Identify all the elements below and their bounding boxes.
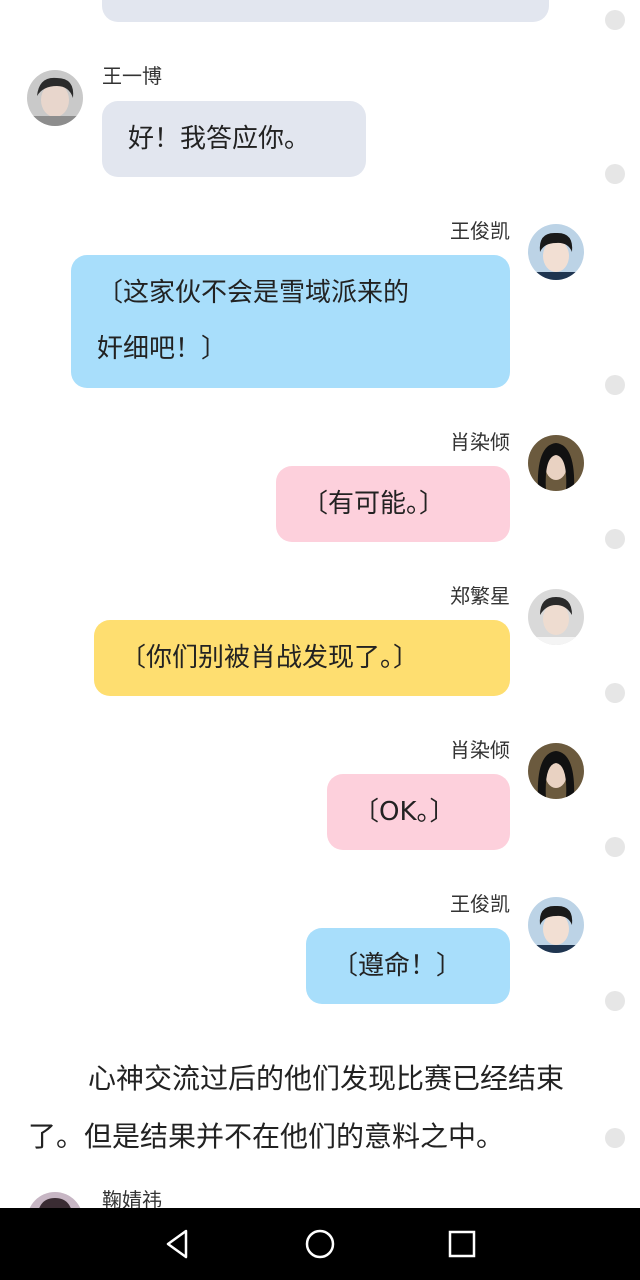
comment-dot[interactable]: [605, 683, 625, 703]
comment-dot[interactable]: [605, 164, 625, 184]
message-text-line: 奸细吧！〕: [97, 334, 228, 364]
sender-name: 王一博: [102, 64, 162, 88]
message-text: 〔你们别被肖战发现了。〕: [120, 643, 420, 673]
message-text: 〔有可能。〕: [302, 489, 446, 519]
message-bubble[interactable]: 〔遵命！〕: [306, 928, 510, 1004]
chat-screen: 王一博 好！我答应你。 王俊凯 〔这家伙不会是雪域派来的 奸细吧！〕 肖染倾 〔…: [0, 0, 640, 1280]
message-text-line: 〔这家伙不会是雪域派来的: [97, 278, 410, 308]
avatar[interactable]: [528, 743, 584, 799]
back-icon[interactable]: [160, 1226, 196, 1262]
message-bubble[interactable]: 〔OK。〕: [327, 774, 510, 850]
message-bubble[interactable]: 〔这家伙不会是雪域派来的 奸细吧！〕: [71, 255, 510, 388]
avatar[interactable]: [528, 224, 584, 280]
comment-dot[interactable]: [605, 991, 625, 1011]
navigation-bar: [0, 1208, 640, 1280]
message-bubble[interactable]: 〔有可能。〕: [276, 466, 510, 542]
message-text: 〔遵命！〕: [332, 951, 463, 981]
comment-dot[interactable]: [605, 1128, 625, 1148]
previous-message-bubble[interactable]: [102, 0, 549, 22]
avatar[interactable]: [27, 70, 83, 126]
message-bubble[interactable]: 好！我答应你。: [102, 101, 366, 177]
avatar[interactable]: [528, 897, 584, 953]
comment-dot[interactable]: [605, 837, 625, 857]
avatar[interactable]: [528, 435, 584, 491]
sender-name: 王俊凯: [450, 892, 510, 916]
message-bubble[interactable]: 〔你们别被肖战发现了。〕: [94, 620, 510, 696]
comment-dot[interactable]: [605, 375, 625, 395]
home-icon[interactable]: [302, 1226, 338, 1262]
comment-dot[interactable]: [605, 10, 625, 30]
sender-name: 王俊凯: [450, 219, 510, 243]
avatar[interactable]: [528, 589, 584, 645]
recents-icon[interactable]: [444, 1226, 480, 1262]
narration-paragraph: 心神交流过后的他们发现比赛已经结束了。但是结果并不在他们的意料之中。: [28, 1062, 565, 1153]
sender-name: 肖染倾: [450, 430, 510, 454]
message-text: 〔OK。〕: [353, 797, 456, 827]
sender-name: 郑繁星: [450, 584, 510, 608]
comment-dot[interactable]: [605, 529, 625, 549]
sender-name: 肖染倾: [450, 738, 510, 762]
message-text: 好！我答应你。: [128, 124, 311, 154]
